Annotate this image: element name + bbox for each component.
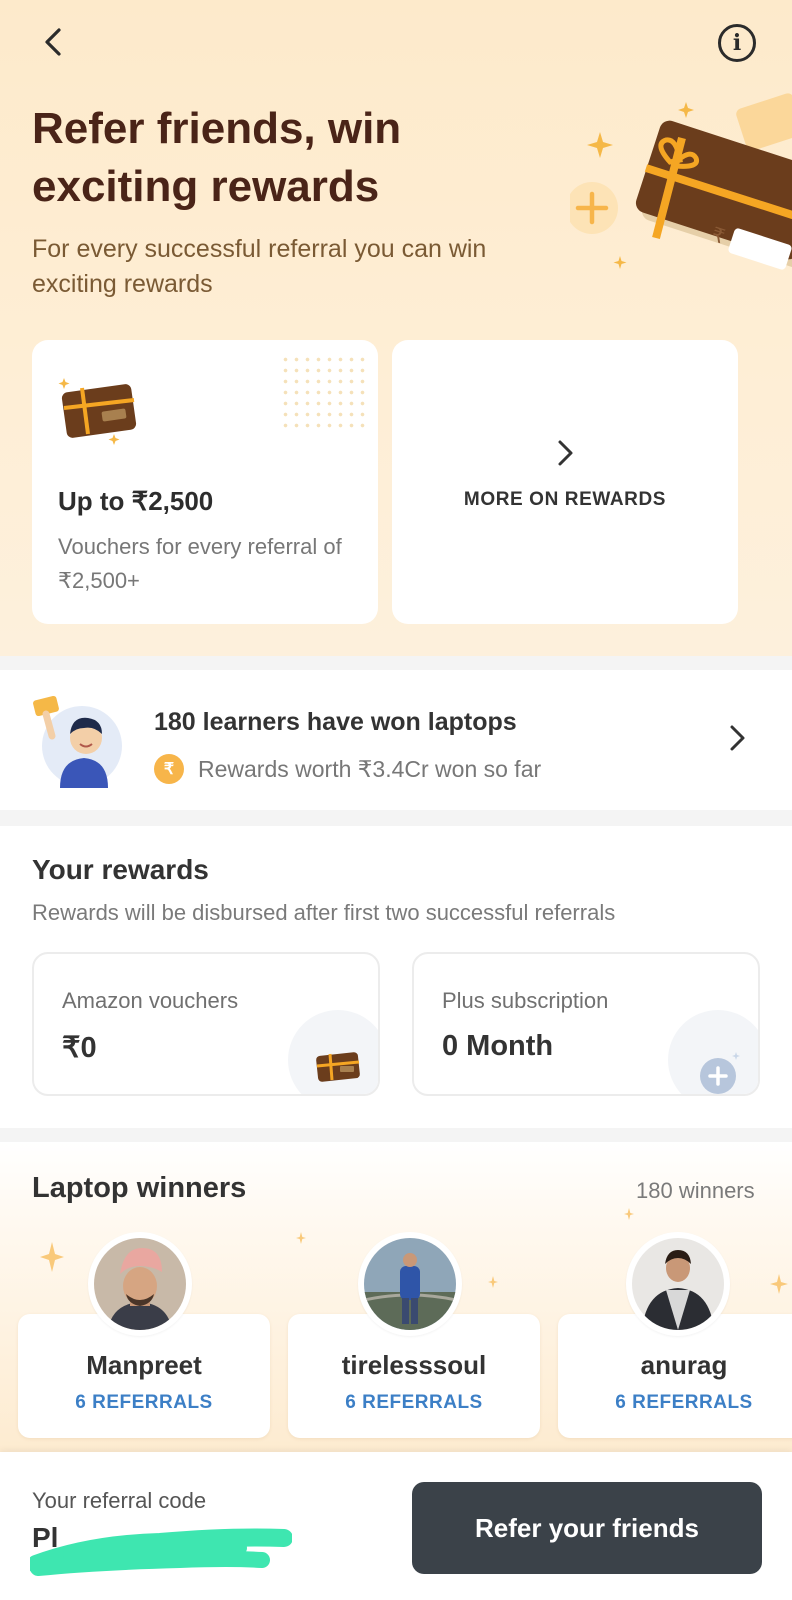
gift-card-illustration: ₹ [570, 93, 792, 270]
winner-referrals: 6 REFERRALS [345, 1392, 483, 1413]
winner-photo [94, 1238, 186, 1330]
section-divider [0, 1128, 792, 1142]
amazon-vouchers-label: Amazon vouchers [62, 988, 239, 1013]
plus-subscription-label: Plus subscription [442, 988, 609, 1013]
your-rewards-title: Your rewards [32, 854, 209, 885]
hero-section: i Refer friends, win exciting rewards Fo… [0, 0, 792, 656]
dots-pattern [280, 354, 370, 434]
sparkle-icon [624, 1208, 634, 1220]
voucher-icon [316, 1052, 360, 1082]
bottom-bar: Your referral code Pl Refer your friends [0, 1452, 792, 1600]
winner-name: tirelesssoul [341, 1350, 487, 1380]
info-button[interactable]: i [718, 24, 756, 62]
banner-subtitle: Rewards worth ₹3.4Cr won so far [198, 756, 542, 782]
voucher-icon [58, 378, 137, 445]
voucher-amount: Up to ₹2,500 [58, 486, 214, 516]
voucher-reward-card: Up to ₹2,500 Vouchers for every referral… [32, 340, 378, 624]
sparkle-icon [770, 1274, 788, 1294]
referral-code-label: Your referral code [32, 1488, 207, 1513]
plus-subscription-card[interactable]: Plus subscription 0 Month [412, 952, 760, 1096]
avatar [626, 1232, 730, 1336]
winners-count: 180 winners [636, 1178, 755, 1203]
winner-photo [632, 1238, 724, 1330]
back-button[interactable] [36, 22, 70, 62]
laptop-winners-banner[interactable]: 180 learners have won laptops ₹ Rewards … [0, 670, 792, 810]
sparkle-icon [488, 1276, 498, 1288]
section-divider [0, 656, 792, 670]
your-rewards-subtitle: Rewards will be disbursed after first tw… [32, 900, 616, 925]
section-divider [0, 810, 792, 826]
page-subtitle: For every successful referral you can wi… [32, 235, 487, 298]
winner-illustration-icon [33, 695, 122, 788]
amazon-vouchers-value: ₹0 [62, 1032, 97, 1064]
winner-referrals: 6 REFERRALS [615, 1392, 753, 1413]
voucher-description: Vouchers for every referral of ₹2,500+ [58, 534, 342, 593]
banner-title: 180 learners have won laptops [154, 708, 517, 736]
chevron-left-icon [45, 28, 61, 56]
winner-referrals: 6 REFERRALS [75, 1392, 213, 1413]
winner-photo [363, 1238, 457, 1330]
winner-name: anurag [640, 1350, 728, 1380]
info-icon: i [732, 30, 742, 56]
avatar [358, 1232, 462, 1336]
avatar [88, 1232, 192, 1336]
sparkle-icon [40, 1242, 64, 1272]
sparkle-icon [296, 1232, 306, 1244]
laptop-winners-title: Laptop winners [32, 1172, 247, 1204]
plus-badge-icon [700, 1052, 740, 1094]
winner-name: Manpreet [86, 1350, 202, 1380]
plus-subscription-value: 0 Month [442, 1030, 554, 1062]
refer-friends-button[interactable]: Refer your friends [412, 1482, 762, 1574]
chevron-right-icon [558, 440, 573, 466]
page-title: Refer friends, win exciting rewards [32, 104, 402, 211]
chevron-right-icon [730, 725, 745, 751]
rupee-coin-icon: ₹ [154, 754, 184, 784]
more-on-rewards-card[interactable]: MORE ON REWARDS [392, 340, 738, 624]
more-on-rewards-label: MORE ON REWARDS [463, 489, 667, 510]
laptop-winners-section: Laptop winners 180 winners Manpreet 6 RE… [0, 1142, 792, 1452]
redaction-mark [30, 1528, 292, 1576]
amazon-vouchers-card[interactable]: Amazon vouchers ₹0 [32, 952, 380, 1096]
